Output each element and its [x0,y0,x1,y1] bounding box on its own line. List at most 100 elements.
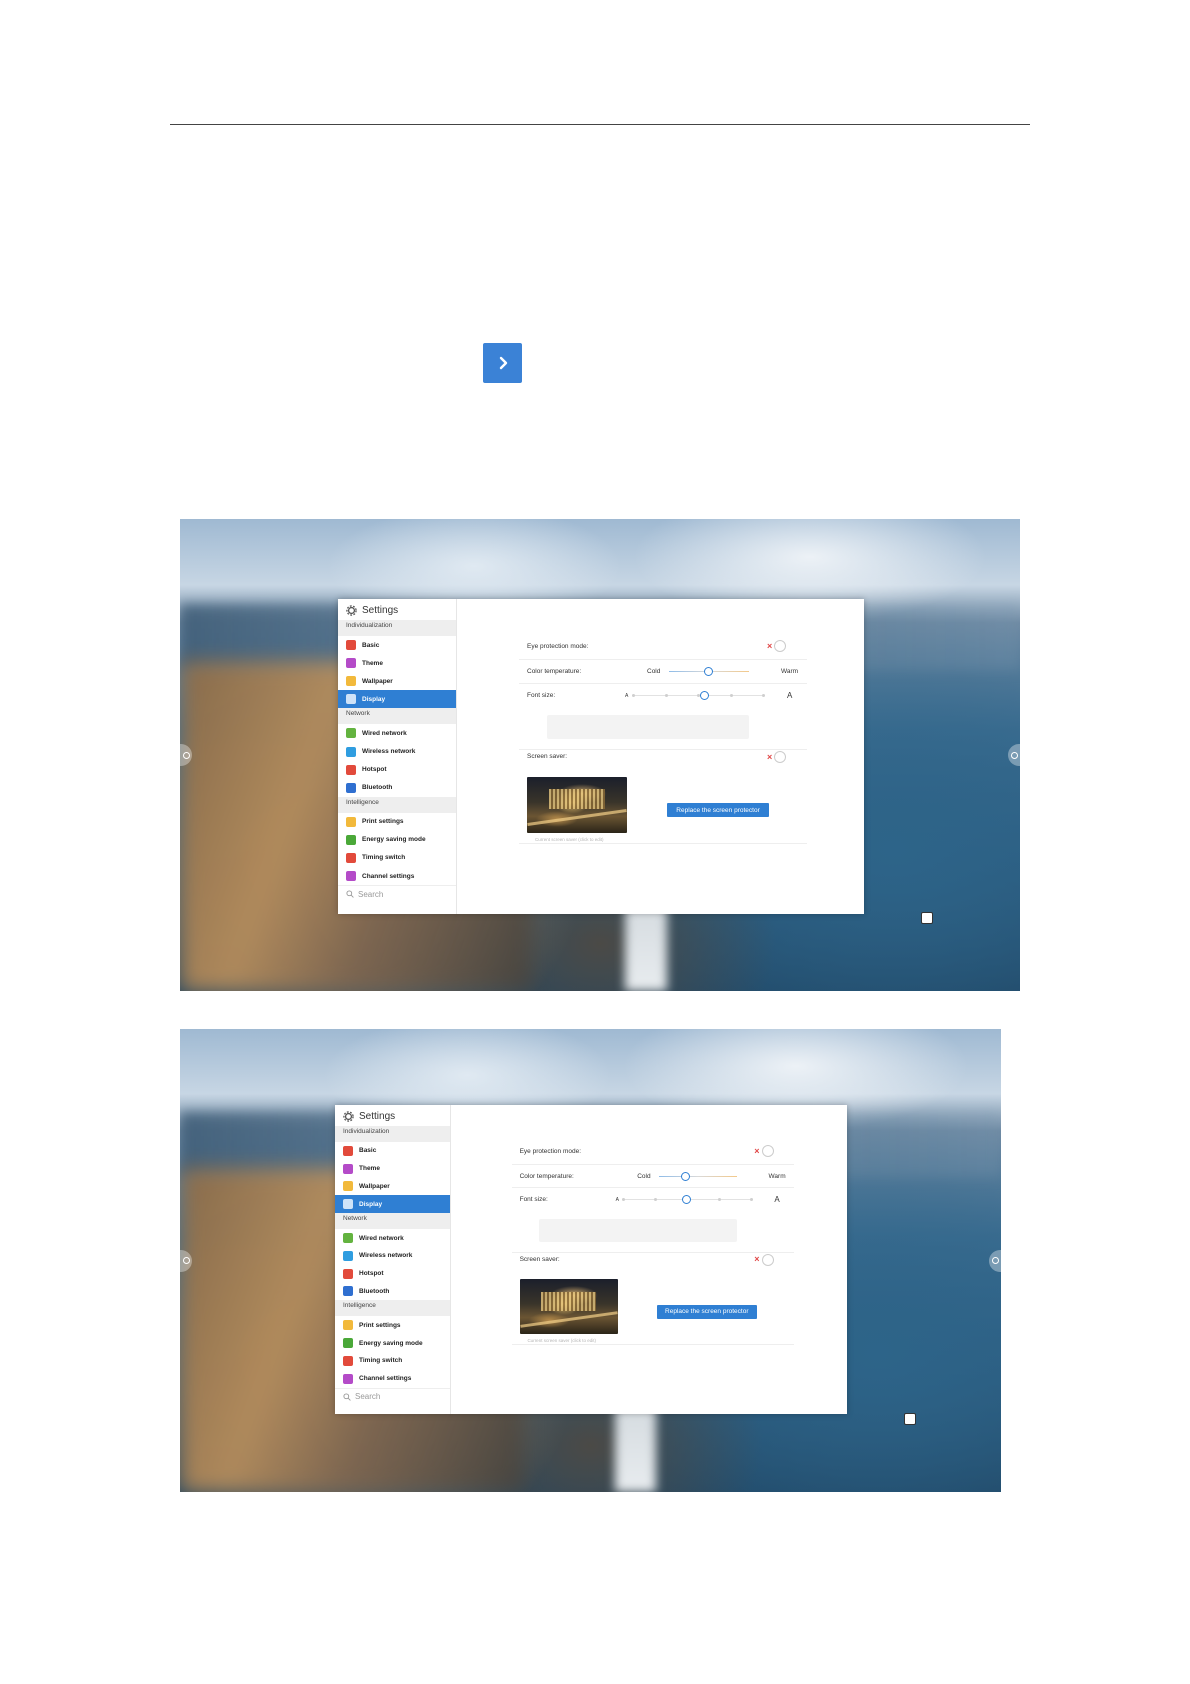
sidebar-item-print-settings[interactable]: Print settings [335,1316,450,1334]
row-divider [511,1344,795,1346]
sidebar-item-wireless-network[interactable]: Wireless network [338,742,456,760]
toggle-off-icon: × [754,1145,760,1156]
screen-saver-label: Screen saver: [527,753,568,760]
sidebar-item-theme[interactable]: Theme [335,1160,450,1178]
right-edge-handle[interactable] [1008,744,1020,766]
replace-screen-protector-button[interactable]: Replace the screen protector [656,1304,757,1319]
wireless-network-icon [346,746,356,757]
search-placeholder: Search [358,889,384,899]
wallpaper-icon [346,676,356,687]
sidebar-item-label: Display [359,1200,383,1208]
sidebar-item-wallpaper[interactable]: Wallpaper [335,1178,450,1196]
slider-step [762,694,765,697]
sidebar-search[interactable]: Search [335,1387,450,1405]
font-size-small-label: A [625,693,629,699]
bluetooth-icon [343,1286,353,1297]
next-button[interactable] [483,343,522,383]
sidebar-item-label: Channel settings [359,1375,412,1383]
sidebar-item-print-settings[interactable]: Print settings [338,813,456,831]
wired-network-icon [346,728,356,739]
sidebar-item-energy-saving-mode[interactable]: Energy saving mode [335,1334,450,1352]
sidebar-item-basic[interactable]: Basic [335,1142,450,1160]
font-size-slider[interactable] [622,1195,753,1205]
slider-step [632,694,635,697]
row-divider [519,683,807,684]
sidebar-item-label: Channel settings [362,872,415,880]
sidebar-item-channel-settings[interactable]: Channel settings [338,867,456,885]
screen-saver-thumbnail[interactable] [519,1279,618,1335]
sidebar-item-wired-network[interactable]: Wired network [338,724,456,742]
gear-icon [346,605,357,616]
screen-saver-thumbnail[interactable] [527,777,627,833]
wallpaper-icon [343,1181,353,1192]
sidebar-item-bluetooth[interactable]: Bluetooth [335,1283,450,1301]
sidebar-item-timing-switch[interactable]: Timing switch [335,1352,450,1370]
color-temperature-warm-label: Warm [768,1172,786,1180]
settings-window: Settings Individualization Basic Theme Wallp… [338,599,864,914]
sidebar-item-display[interactable]: Display [338,690,456,709]
sidebar-item-timing-switch[interactable]: Timing switch [338,849,456,867]
font-size-slider[interactable] [632,691,765,701]
timing-icon [346,852,356,863]
sidebar-item-basic[interactable]: Basic [338,636,456,654]
energy-icon [343,1338,353,1349]
sidebar-item-wireless-network[interactable]: Wireless network [335,1247,450,1265]
sidebar-section-header: Individualization [335,1126,450,1142]
color-temperature-cold-label: Cold [647,668,661,675]
slider-thumb[interactable] [681,1171,691,1181]
sidebar-item-label: Theme [362,659,383,667]
sidebar-item-hotspot[interactable]: Hotspot [338,761,456,779]
sidebar-section-header: Intelligence [335,1300,450,1317]
font-size-large-label: A [774,1195,780,1205]
sidebar-item-label: Hotspot [359,1270,384,1278]
timing-icon [343,1355,353,1366]
sidebar-item-hotspot[interactable]: Hotspot [335,1265,450,1283]
toggle-knob [761,1253,774,1266]
right-edge-handle[interactable] [989,1249,1001,1272]
wireless-network-icon [343,1250,353,1261]
display-icon [343,1199,353,1210]
sidebar-section-header: Individualization [338,620,456,636]
chevron-right-icon [499,356,507,370]
eye-protection-toggle[interactable]: × [754,1145,774,1158]
screen-saver-toggle[interactable]: × [754,1253,774,1266]
sidebar-item-display[interactable]: Display [335,1195,450,1214]
sidebar-section-header: Network [338,708,456,725]
floating-menu-button[interactable] [904,1413,916,1425]
hotspot-icon [343,1268,353,1279]
gear-icon [343,1111,354,1122]
sidebar-item-label: Wireless network [362,748,416,756]
sidebar-item-label: Energy saving mode [359,1339,423,1347]
screenshot-2: Settings Individualization Basic Theme Wallp… [180,1029,1001,1492]
print-icon [343,1320,353,1331]
settings-window: Settings Individualization Basic Theme Wallp… [335,1105,847,1414]
screen-saver-label: Screen saver: [519,1255,560,1263]
sidebar-search[interactable]: Search [338,885,456,902]
sidebar-item-label: Basic [362,641,380,649]
display-settings-panel: Eye protection mode: × Color temperature: C… [457,599,864,914]
thumbnail-building [541,1291,597,1312]
screen-saver-toggle[interactable]: × [767,751,787,763]
replace-screen-protector-button[interactable]: Replace the screen protector [667,803,769,817]
sidebar-item-label: Basic [359,1147,377,1155]
sidebar-item-wallpaper[interactable]: Wallpaper [338,672,456,690]
sidebar-item-theme[interactable]: Theme [338,654,456,672]
thumbnail-light-streak [519,1311,618,1328]
slider-thumb[interactable] [699,691,709,700]
sidebar-item-label: Hotspot [362,766,387,774]
sidebar-item-bluetooth[interactable]: Bluetooth [338,779,456,797]
search-placeholder: Search [355,1392,381,1402]
toggle-knob [761,1145,774,1158]
font-preview-box [547,715,749,739]
row-divider [519,749,807,750]
color-temperature-slider[interactable] [658,1171,738,1182]
slider-thumb[interactable] [682,1195,692,1205]
eye-protection-toggle[interactable]: × [767,640,787,652]
color-temperature-slider[interactable] [669,667,749,677]
sidebar-item-label: Bluetooth [359,1287,390,1295]
sidebar-item-wired-network[interactable]: Wired network [335,1229,450,1247]
sidebar-item-energy-saving-mode[interactable]: Energy saving mode [338,831,456,849]
slider-thumb[interactable] [704,667,713,676]
floating-menu-button[interactable] [921,912,933,924]
sidebar-item-channel-settings[interactable]: Channel settings [335,1370,450,1388]
